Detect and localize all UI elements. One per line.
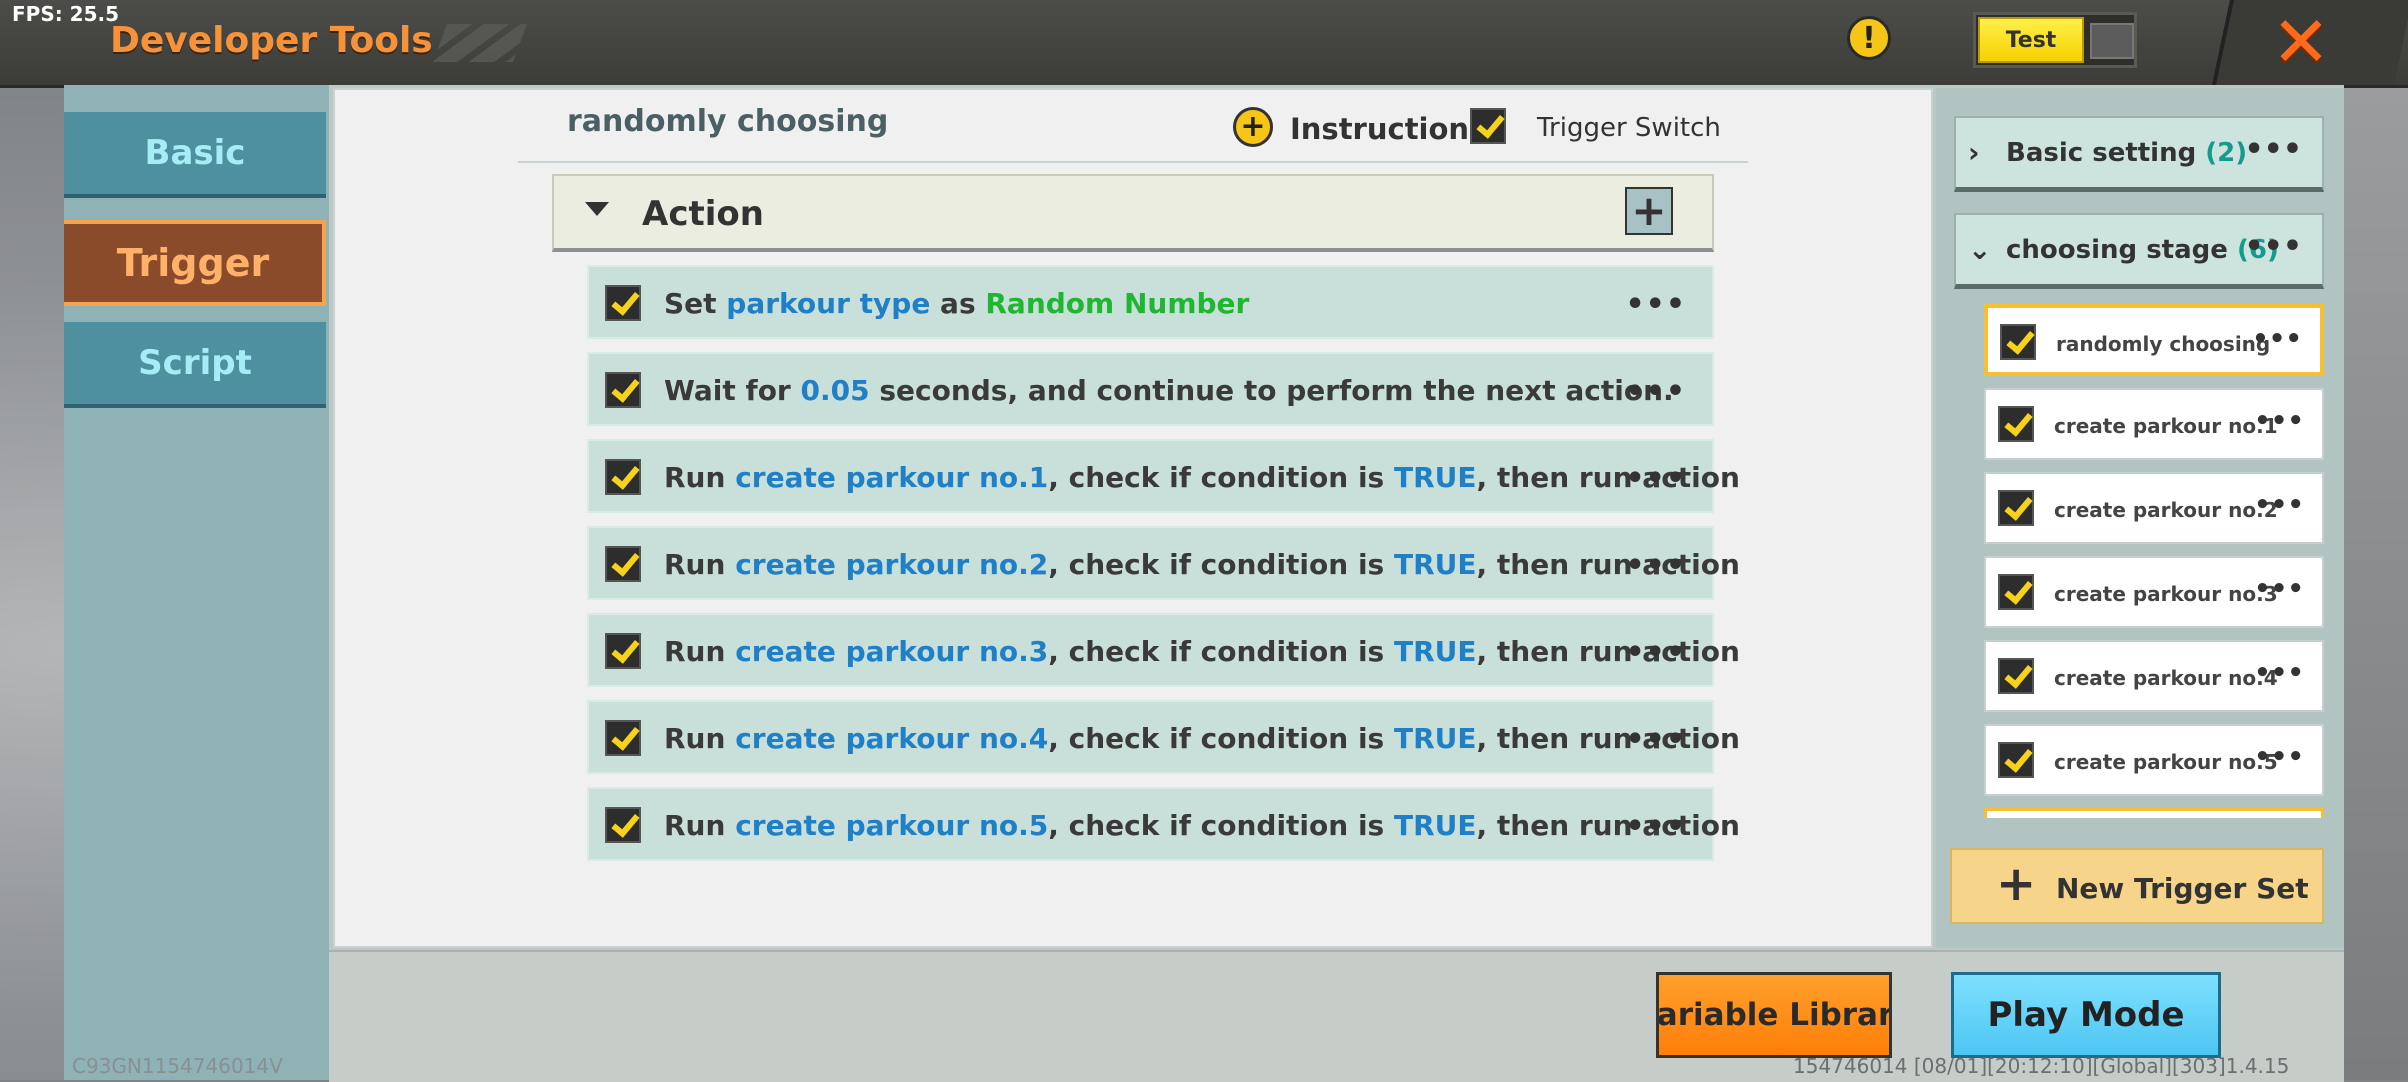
trigger-switch-label: Trigger Switch <box>1537 113 1721 143</box>
trigger-item[interactable]: create parkour no.2 ••• <box>1984 472 2324 544</box>
toggle-knob <box>2090 23 2134 59</box>
add-instruction-icon[interactable]: + <box>1233 107 1273 147</box>
action-enabled-checkbox[interactable] <box>605 285 641 321</box>
trigger-item[interactable]: create parkour no.1 ••• <box>1984 388 2324 460</box>
sidebar-item-basic[interactable]: Basic <box>64 112 326 198</box>
plus-icon: + <box>1996 856 2037 912</box>
more-options-icon[interactable]: ••• <box>1625 374 1686 409</box>
action-row[interactable]: Run create parkour no.3, check if condit… <box>587 613 1740 687</box>
build-info: 154746014 [08/01][20:12:10][Global][303]… <box>1793 1054 2290 1078</box>
more-options-icon[interactable]: ••• <box>1625 635 1686 670</box>
group-label: Basic setting (2) <box>2006 138 2248 168</box>
trigger-name-title[interactable]: randomly choosing <box>567 104 888 139</box>
device-id: C93GN1154746014V <box>72 1054 283 1078</box>
trigger-enabled-checkbox[interactable] <box>2000 324 2036 360</box>
more-options-icon[interactable]: ••• <box>1625 722 1686 757</box>
more-options-icon[interactable]: ••• <box>2254 490 2304 520</box>
new-trigger-set-button[interactable]: + New Trigger Set <box>1950 848 2324 924</box>
more-options-icon[interactable]: ••• <box>2254 406 2304 436</box>
action-enabled-checkbox[interactable] <box>605 720 641 756</box>
instruction-button-label[interactable]: Instruction <box>1290 112 1469 146</box>
trigger-item-label: create parkour no.3 <box>2054 582 2278 606</box>
trigger-enabled-checkbox[interactable] <box>1998 742 2034 778</box>
trigger-enabled-checkbox[interactable] <box>1998 574 2034 610</box>
more-options-icon[interactable]: ••• <box>2254 574 2304 604</box>
more-options-icon[interactable]: ••• <box>2252 324 2302 354</box>
action-text: Run create parkour no.5, check if condit… <box>664 809 1740 842</box>
title-decoration <box>433 24 527 62</box>
sidebar-item-script[interactable]: Script <box>64 322 326 408</box>
group-basic-setting[interactable]: › Basic setting (2) ••• <box>1954 116 2324 192</box>
trigger-item-label: randomly choosing <box>2056 332 2271 356</box>
more-options-icon[interactable]: ••• <box>1625 461 1686 496</box>
window-title: Developer Tools <box>110 20 433 61</box>
new-trigger-set-label: New Trigger Set <box>2056 872 2309 905</box>
test-toggle[interactable]: Test <box>1973 12 2137 68</box>
trigger-item[interactable]: create parkour no.4 ••• <box>1984 640 2324 712</box>
add-action-button[interactable]: + <box>1625 187 1673 235</box>
action-row[interactable]: Set parkour type as Random Number ••• <box>587 265 1714 339</box>
trigger-enabled-checkbox[interactable] <box>1998 658 2034 694</box>
collapse-triangle-icon[interactable] <box>585 202 609 216</box>
action-enabled-checkbox[interactable] <box>605 546 641 582</box>
action-section-label: Action <box>642 194 764 234</box>
action-enabled-checkbox[interactable] <box>605 807 641 843</box>
fps-counter: FPS: 25.5 <box>12 2 120 26</box>
more-options-icon[interactable]: ••• <box>2254 742 2304 772</box>
variable-library-button[interactable]: Variable Library <box>1656 972 1892 1058</box>
action-row[interactable]: Run create parkour no.4, check if condit… <box>587 700 1740 774</box>
close-icon[interactable]: ✕ <box>2265 1 2337 83</box>
chevron-down-icon: ⌄ <box>1968 233 1992 266</box>
trigger-item[interactable]: create parkour no.5 ••• <box>1984 724 2324 796</box>
more-options-icon[interactable]: ••• <box>1625 809 1686 844</box>
action-enabled-checkbox[interactable] <box>605 459 641 495</box>
trigger-item-label: create parkour no.2 <box>2054 498 2278 522</box>
group-choosing-stage[interactable]: ⌄ choosing stage (6) ••• <box>1954 213 2324 289</box>
trigger-item[interactable]: create parkour no.3 ••• <box>1984 556 2324 628</box>
trigger-switch-checkbox[interactable] <box>1470 108 1506 144</box>
action-row[interactable]: Run create parkour no.1, check if condit… <box>587 439 1740 513</box>
action-text: Wait for 0.05 seconds, and continue to p… <box>664 374 1674 407</box>
more-options-icon[interactable]: ••• <box>2244 229 2302 264</box>
more-options-icon[interactable]: ••• <box>2254 658 2304 688</box>
test-button[interactable]: Test <box>1978 17 2084 63</box>
group-label: choosing stage (6) <box>2006 235 2279 265</box>
action-text: Run create parkour no.4, check if condit… <box>664 722 1740 755</box>
divider <box>518 161 1748 163</box>
trigger-enabled-checkbox[interactable] <box>1998 490 2034 526</box>
more-options-icon[interactable]: ••• <box>1625 548 1686 583</box>
trigger-item-label: create parkour no.4 <box>2054 666 2278 690</box>
action-row[interactable]: Wait for 0.05 seconds, and continue to p… <box>587 352 1714 426</box>
chevron-right-icon: › <box>1968 136 1980 169</box>
trigger-item-partial[interactable] <box>1984 808 2324 818</box>
trigger-item[interactable]: randomly choosing ••• <box>1984 304 2324 376</box>
trigger-item-label: create parkour no.1 <box>2054 414 2278 438</box>
action-text: Run create parkour no.2, check if condit… <box>664 548 1740 581</box>
action-row[interactable]: Run create parkour no.2, check if condit… <box>587 526 1740 600</box>
sidebar-item-trigger[interactable]: Trigger <box>64 220 326 306</box>
more-options-icon[interactable]: ••• <box>2244 132 2302 167</box>
more-options-icon[interactable]: ••• <box>1625 287 1686 322</box>
action-row[interactable]: Run create parkour no.5, check if condit… <box>587 787 1740 861</box>
action-enabled-checkbox[interactable] <box>605 372 641 408</box>
action-text: Set parkour type as Random Number <box>664 287 1250 320</box>
action-text: Run create parkour no.3, check if condit… <box>664 635 1740 668</box>
warning-icon[interactable]: ! <box>1847 16 1891 60</box>
action-text: Run create parkour no.1, check if condit… <box>664 461 1740 494</box>
play-mode-button[interactable]: Play Mode <box>1951 972 2221 1058</box>
trigger-item-label: create parkour no.5 <box>2054 750 2278 774</box>
trigger-enabled-checkbox[interactable] <box>1998 406 2034 442</box>
action-enabled-checkbox[interactable] <box>605 633 641 669</box>
